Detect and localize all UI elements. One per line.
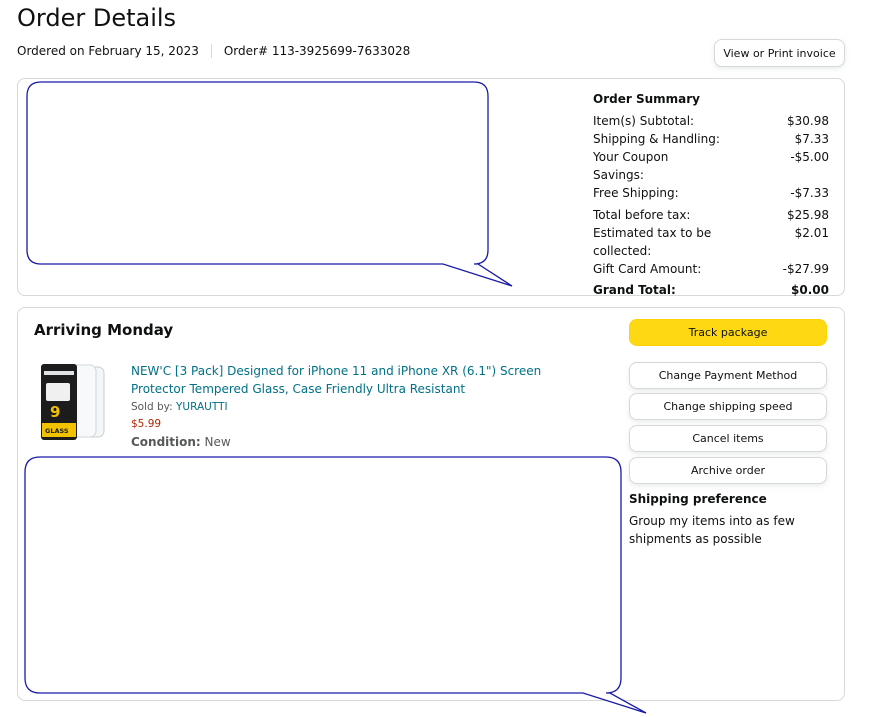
- shipping-preference-heading: Shipping preference: [629, 492, 767, 506]
- summary-value: $0.00: [791, 283, 829, 297]
- order-meta: Ordered on February 15, 2023 Order# 113-…: [17, 44, 410, 58]
- summary-label: Free Shipping:: [593, 186, 679, 200]
- summary-row-free-shipping: Free Shipping: -$7.33: [593, 184, 829, 202]
- view-print-invoice-button[interactable]: View or Print invoice: [714, 39, 845, 67]
- condition-value: New: [200, 435, 231, 449]
- summary-value: -$7.33: [790, 186, 829, 200]
- archive-order-button[interactable]: Archive order: [629, 457, 827, 484]
- summary-label: Grand Total:: [593, 283, 676, 297]
- summary-row-before-tax: Total before tax: $25.98: [593, 206, 829, 224]
- summary-row-coupon: Your Coupon Savings: -$5.00: [593, 148, 829, 184]
- summary-value: $7.33: [794, 132, 829, 146]
- product-title-link[interactable]: NEW'C [3 Pack] Designed for iPhone 11 an…: [131, 362, 596, 398]
- shipping-preference-text: Group my items into as few shipments as …: [629, 514, 795, 546]
- summary-label: Gift Card Amount:: [593, 262, 702, 276]
- summary-row-grand-total: Grand Total: $0.00: [593, 281, 829, 299]
- seller-link[interactable]: YURAUTTI: [176, 401, 228, 413]
- page-title: Order Details: [17, 4, 177, 32]
- summary-row-shipping: Shipping & Handling: $7.33: [593, 130, 829, 148]
- order-number: Order# 113-3925699-7633028: [223, 44, 411, 58]
- order-summary: Order Summary Item(s) Subtotal: $30.98 S…: [593, 92, 829, 299]
- summary-value: $30.98: [787, 114, 829, 128]
- summary-value: -$27.99: [782, 262, 829, 276]
- svg-text:9: 9: [50, 403, 60, 421]
- svg-text:GLASS: GLASS: [45, 427, 69, 435]
- summary-label: Shipping & Handling:: [593, 132, 720, 146]
- change-payment-method-button[interactable]: Change Payment Method: [629, 362, 827, 389]
- summary-label: Estimated tax to be collected:: [593, 226, 712, 258]
- divider: [210, 44, 212, 58]
- summary-row-gift-card: Gift Card Amount: -$27.99: [593, 260, 829, 278]
- condition-label: Condition:: [131, 435, 201, 449]
- change-shipping-speed-button[interactable]: Change shipping speed: [629, 393, 827, 420]
- summary-label: Item(s) Subtotal:: [593, 114, 695, 128]
- cancel-items-button[interactable]: Cancel items: [629, 425, 827, 452]
- track-package-button[interactable]: Track package: [629, 319, 827, 346]
- screen-protector-product-image[interactable]: 9 GLASS: [38, 361, 118, 443]
- summary-row-tax: Estimated tax to be collected: $2.01: [593, 224, 829, 260]
- delivery-status: Arriving Monday: [34, 321, 174, 339]
- item-condition: Condition: New: [131, 435, 231, 449]
- summary-label: Your Coupon Savings:: [593, 150, 669, 182]
- item-price: $5.99: [131, 418, 162, 430]
- summary-value: $2.01: [794, 226, 829, 240]
- seller-info: Sold by: YURAUTTI: [131, 401, 228, 413]
- summary-value: $25.98: [787, 208, 829, 222]
- summary-row-subtotal: Item(s) Subtotal: $30.98: [593, 112, 829, 130]
- order-summary-heading: Order Summary: [593, 92, 700, 106]
- sold-by-label: Sold by:: [131, 401, 176, 413]
- summary-value: -$5.00: [790, 150, 829, 164]
- order-date: Ordered on February 15, 2023: [17, 44, 199, 58]
- summary-label: Total before tax:: [593, 208, 691, 222]
